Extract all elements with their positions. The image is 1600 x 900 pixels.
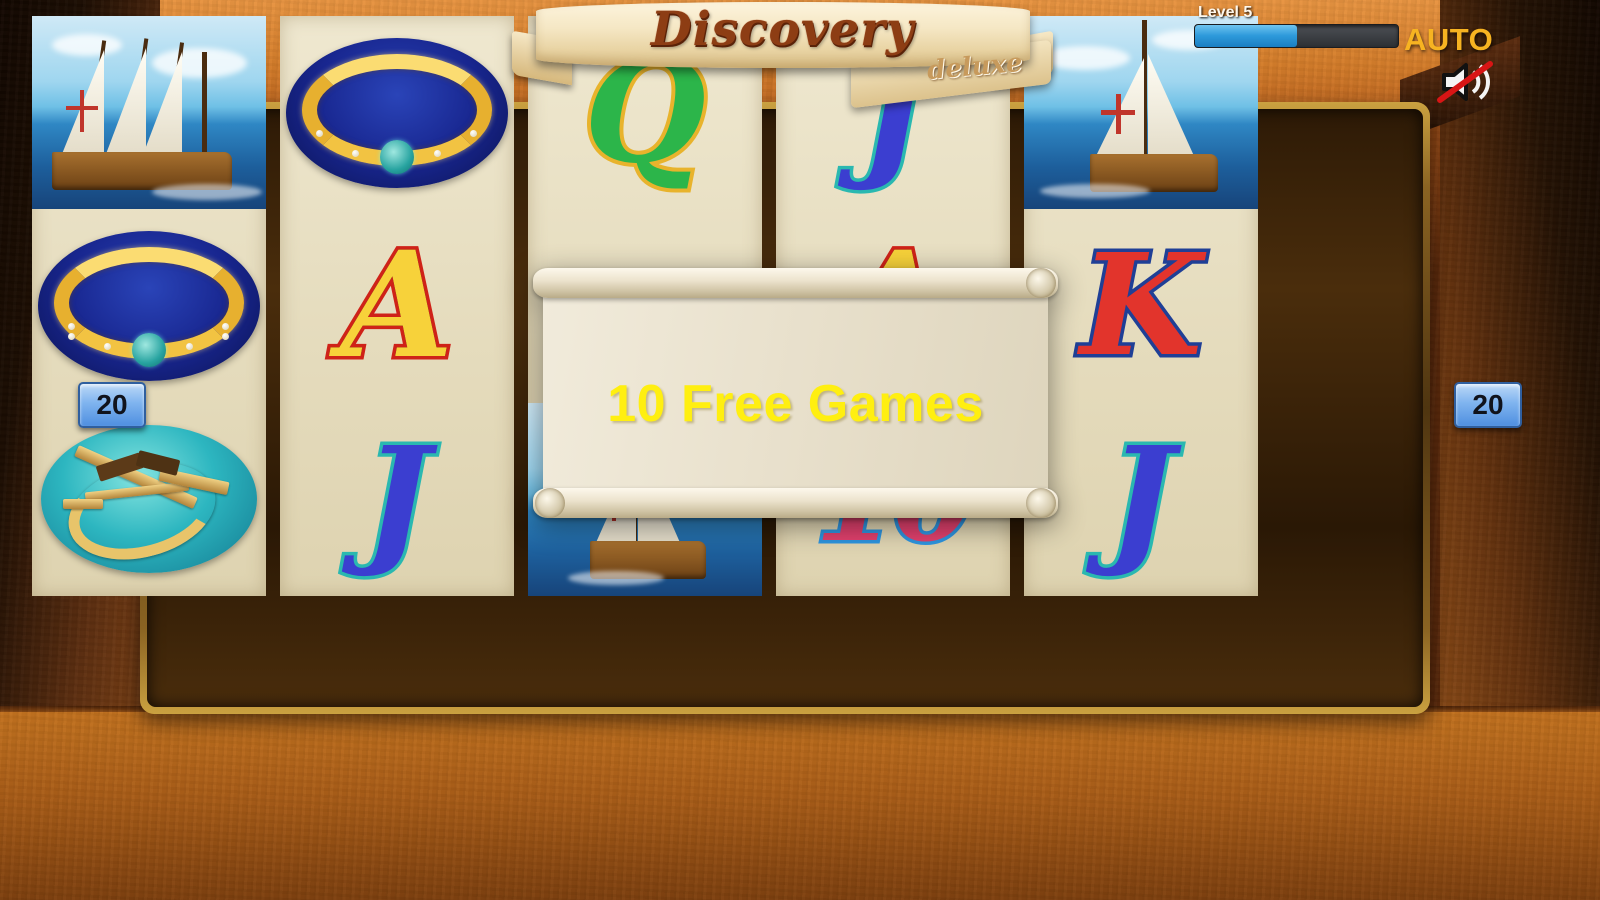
auto-indicator: AUTO: [1404, 22, 1494, 57]
symbol-J: J: [360, 417, 433, 582]
level-label: Level 5: [1198, 4, 1253, 21]
symbol-A: A: [337, 219, 457, 391]
reel-cell: J: [1024, 403, 1258, 596]
reel-2[interactable]: A J: [280, 16, 514, 596]
symbol-K: K: [1077, 223, 1206, 388]
game-title: Discovery: [650, 2, 915, 57]
reel-cell: K: [1024, 209, 1258, 402]
scroll-roll-bottom: [533, 488, 1058, 518]
reel-cell: J: [280, 403, 514, 596]
slot-game-screen: Discovery deluxe Level 5 AUTO A J Q J K …: [0, 0, 1600, 900]
reel-cell: [32, 403, 266, 596]
level-progress-fill: [1195, 25, 1297, 47]
scroll-roll-top: [533, 268, 1058, 298]
necklace-symbol: [38, 230, 260, 381]
scroll-cap-bottom-left: [535, 488, 565, 518]
payline-indicator-left[interactable]: 20: [78, 382, 146, 428]
reel-1[interactable]: [32, 16, 266, 596]
necklace-symbol: [286, 37, 508, 188]
free-games-message: 10 Free Games: [607, 375, 984, 433]
level-progress-bar: [1194, 24, 1399, 48]
reel-5[interactable]: K J: [1024, 16, 1258, 596]
symbol-J: J: [1104, 417, 1177, 582]
reel-cell: [32, 209, 266, 402]
free-games-scroll-overlay: 10 Free Games: [533, 262, 1058, 524]
game-title-banner: Discovery deluxe: [510, 0, 1055, 109]
reel-cell: A: [280, 209, 514, 402]
sound-muted-icon[interactable]: [1432, 56, 1498, 108]
scroll-cap-top-right: [1026, 268, 1056, 298]
ship-symbol: [32, 16, 266, 210]
scroll-cap-bottom-right: [1026, 488, 1056, 518]
control-deck: AUTO START RESET CREDIT BONUS FEATURE WO…: [0, 710, 1600, 900]
reel-cell: [32, 16, 266, 210]
sextant-symbol: [41, 425, 257, 576]
reel-cell: [280, 16, 514, 209]
payline-indicator-right[interactable]: 20: [1454, 382, 1522, 428]
